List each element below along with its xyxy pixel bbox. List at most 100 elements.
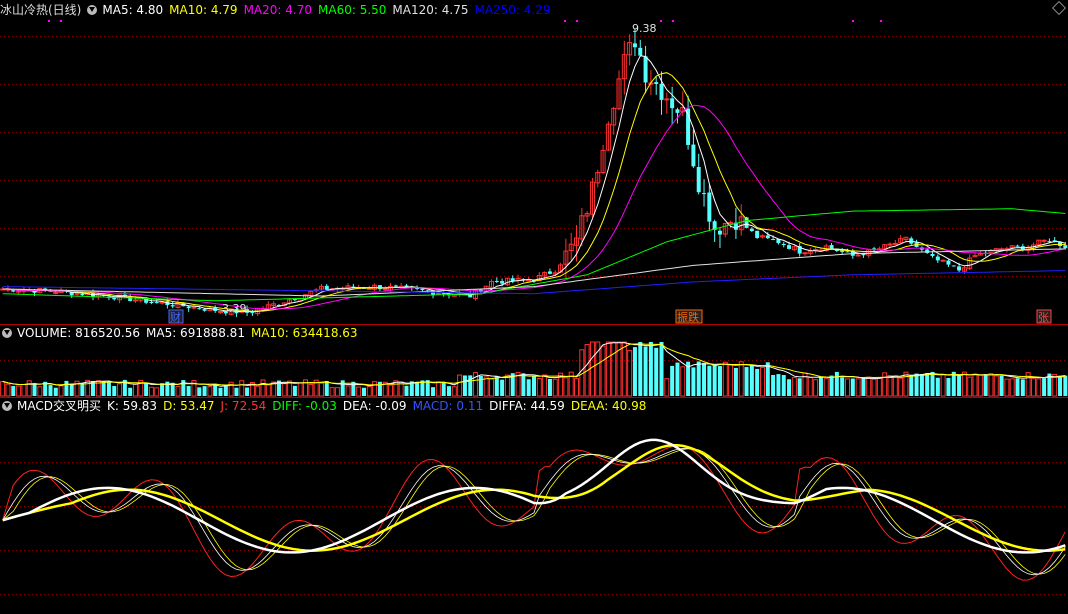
volume-bar [563,377,569,397]
volume-bar [568,371,574,397]
volume-bar [866,376,872,397]
volume-bar [791,377,797,397]
volume-bar [197,387,202,396]
candle-body [324,285,329,290]
volume-bar [148,386,154,397]
volume-bar [946,377,951,396]
candle-body [765,235,770,239]
volume-bar [638,342,643,396]
volume-bar [627,349,633,397]
volume-bar [441,381,446,396]
volume-bar [552,378,558,397]
indicator-label: MA5: 691888.81 [146,326,245,340]
volume-settings-gear-icon[interactable] [2,328,12,338]
volume-bar [361,387,366,396]
volume-bar [532,376,536,396]
volume-bar [58,385,64,397]
volume-bar [478,376,483,396]
volume-bar [728,364,734,397]
indicator-label: VOLUME: 816520.56 [17,326,140,340]
volume-bar [935,377,940,396]
candle-body [69,292,74,296]
candle-body [840,250,845,252]
volume-bar [759,367,765,397]
volume-bar [702,362,707,396]
indicator-label: MA250: 4.29 [474,3,551,17]
candle-body [951,265,956,267]
volume-bar [404,385,409,396]
volume-bar [887,375,893,397]
candle-body [170,305,175,307]
volume-bar [37,386,43,397]
candle-body [728,222,734,225]
candle-body [781,244,786,246]
volume-bar [160,383,165,396]
volume-bar [106,381,111,396]
candle-body [250,312,255,314]
volume-bar [144,382,149,396]
candle-body [197,308,202,310]
candle-body [691,144,696,167]
volume-bar [345,385,351,397]
volume-bar [239,380,245,397]
volume-bar [435,381,441,397]
volume-bar [500,379,505,396]
volume-bar [787,379,792,396]
candle-body [675,109,680,113]
volume-bar [744,367,749,396]
volume-bar [281,383,287,397]
volume-bar [53,387,58,396]
volume-bar [431,387,436,396]
volume-bar [871,378,877,397]
candle-body [670,98,675,109]
volume-bar [16,385,22,397]
volume-bar [574,378,580,397]
volume-bar [771,374,776,396]
volume-bar [1015,378,1020,396]
volume-bar [691,367,696,396]
volume-bar [930,371,935,396]
candle-body [999,248,1005,251]
volume-bar [366,386,372,397]
volume-bar [680,366,686,397]
settings-gear-icon[interactable] [87,5,98,15]
volume-bar [318,382,324,397]
volume-bar [48,385,53,396]
chart-stage[interactable]: 9.38 3.39 财 振跌 张 [0,0,1068,614]
candle-body [707,192,712,222]
volume-bar [117,383,123,397]
volume-bar [844,378,850,397]
candle-body [382,288,388,291]
volume-bar [813,379,819,397]
ma20-line [2,104,1066,310]
volume-bar [292,385,297,396]
candle-body [696,167,701,193]
candle-body [654,82,659,84]
volume-bar [670,365,675,396]
indicator-label: MA10: 634418.63 [250,326,358,340]
indicator-label: J: 72.54 [220,399,267,413]
volume-bar [1020,379,1025,396]
volume-bar [504,374,510,397]
candle-body [771,239,776,241]
signal-dot [48,20,50,22]
candle-body [547,271,552,274]
candle-body [702,193,707,195]
main-title: 冰山冷热(日线) [0,3,82,17]
volume-bar [80,383,85,396]
macd-indicators: MACD交叉明买 K: 59.83 D: 53.47 J: 72.54 DIFF: -0… [17,398,652,414]
volume-bar [1009,378,1015,397]
candle-body [787,245,792,249]
event-marker: 张 [1038,311,1049,324]
indicator-label: DIFF: -0.03 [272,399,337,413]
volume-bar [308,383,314,397]
volume-bar [776,374,781,396]
volume-bar [186,385,191,396]
macd-settings-gear-icon[interactable] [2,401,12,411]
candle-body [191,306,197,309]
candle-body [802,252,808,255]
indicator-label: DEAA: 40.98 [570,399,647,413]
volume-bar [993,375,999,397]
volume-bar [807,377,813,397]
signal-dot [660,20,662,22]
